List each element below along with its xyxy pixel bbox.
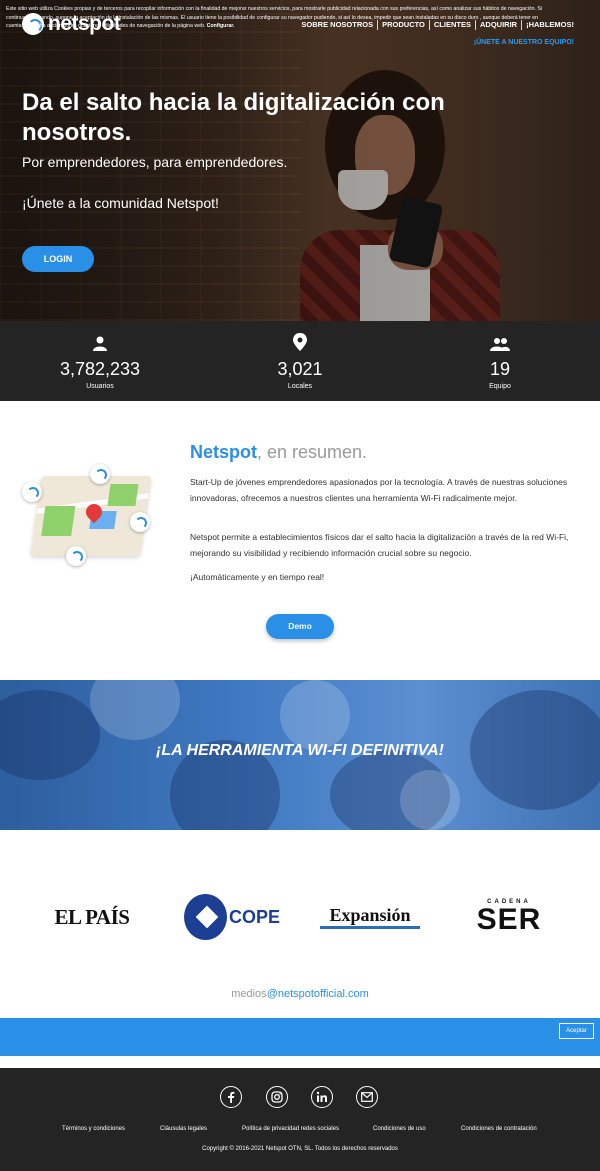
stat-users-label: Usuarios [86, 383, 114, 390]
cadena-ser-logo[interactable]: CADENA SER [462, 890, 556, 944]
stat-locales: 3,021 Locales [200, 321, 400, 401]
cookie-banner [0, 1018, 600, 1056]
media-email-prefix: medios [231, 988, 267, 1000]
stat-locales-value: 3,021 [277, 359, 323, 379]
hero-title: Da el salto hacia la digitalización con … [22, 89, 445, 146]
footer-link-privacidad[interactable]: Política de privacidad redes sociales [242, 1126, 339, 1132]
summary-paragraph-2: Netspot permite a establecimientos físic… [190, 532, 569, 558]
linkedin-icon[interactable] [311, 1086, 333, 1108]
demo-button[interactable]: Demo [266, 614, 334, 639]
login-button[interactable]: LOGIN [22, 246, 94, 272]
footer-link-contratacion[interactable]: Condiciones de contratación [461, 1126, 537, 1132]
footer-link-terminos[interactable]: Términos y condiciones [62, 1126, 125, 1132]
wifi-icon [90, 464, 110, 484]
cope-logo-text: COPE [228, 906, 280, 927]
stat-team-label: Equipo [489, 383, 511, 390]
copyright: Copyright © 2016-2021 Netspot OTN, SL. T… [202, 1146, 398, 1152]
cookie-accept-button[interactable]: Aceptar [559, 1023, 594, 1039]
instagram-icon[interactable] [266, 1086, 288, 1108]
stat-users-value: 3,782,233 [59, 359, 141, 379]
el-pais-logo[interactable]: EL PAÍS [44, 890, 140, 944]
summary-title: Netspot, en resumen. [190, 442, 367, 463]
footer-link-condiciones-uso[interactable]: Condiciones de uso [373, 1126, 426, 1132]
location-pin-icon [200, 333, 400, 351]
wifi-icon [22, 482, 42, 502]
group-icon [400, 333, 600, 351]
stat-team: 19 Equipo [400, 321, 600, 401]
cookie-configure-link[interactable]: Configurar. [207, 23, 235, 29]
media-email-domain: @netspotofficial.com [266, 988, 369, 1000]
stat-locales-label: Locales [287, 383, 313, 390]
footer [0, 1068, 600, 1171]
stats-bar: 3,782,233 Usuarios 3,021 Locales 19 Equi… [0, 321, 600, 401]
stat-users: 3,782,233 Usuarios [0, 321, 200, 401]
summary-title-rest: , en resumen. [257, 442, 368, 462]
expansion-logo[interactable]: Expansión [320, 905, 420, 929]
hero-community-text: ¡Únete a la comunidad Netspot! [22, 195, 219, 211]
page: netspot SOBRE NOSOTROS PRODUCTO CLIENTES… [0, 0, 600, 1171]
wifi-icon [66, 546, 86, 566]
mail-icon[interactable] [356, 1086, 378, 1108]
summary-paragraph-1: Start-Up de jóvenes emprendedores apasio… [190, 477, 568, 503]
hero-subtitle: Por emprendedores, para emprendedores. [22, 154, 288, 170]
join-team-link[interactable]: ¡ÚNETE A NUESTRO EQUIPO! [474, 39, 574, 46]
summary-paragraph-3: ¡Automáticamente y en tiempo real! [190, 572, 325, 582]
stat-team-value: 19 [489, 359, 511, 379]
summary-title-brand: Netspot [190, 442, 257, 462]
cookie-message: Este sitio web utiliza Cookies propias y… [6, 6, 543, 29]
cookie-text: Este sitio web utiliza Cookies propias y… [6, 5, 552, 31]
map-wifi-illustration [22, 462, 162, 572]
cope-logo-icon [184, 894, 227, 940]
media-email[interactable]: medios@netspotofficial.com [0, 988, 600, 1000]
cope-logo[interactable]: COPE [184, 890, 280, 944]
footer-link-clausulas[interactable]: Cláusulas legales [160, 1126, 207, 1132]
facebook-icon[interactable] [220, 1086, 242, 1108]
cadena-ser-logo-text: SER [476, 903, 542, 936]
wifi-icon [130, 512, 150, 532]
banner-headline: ¡LA HERRAMIENTA WI-FI DEFINITIVA! [156, 742, 444, 759]
person-icon [0, 333, 200, 351]
